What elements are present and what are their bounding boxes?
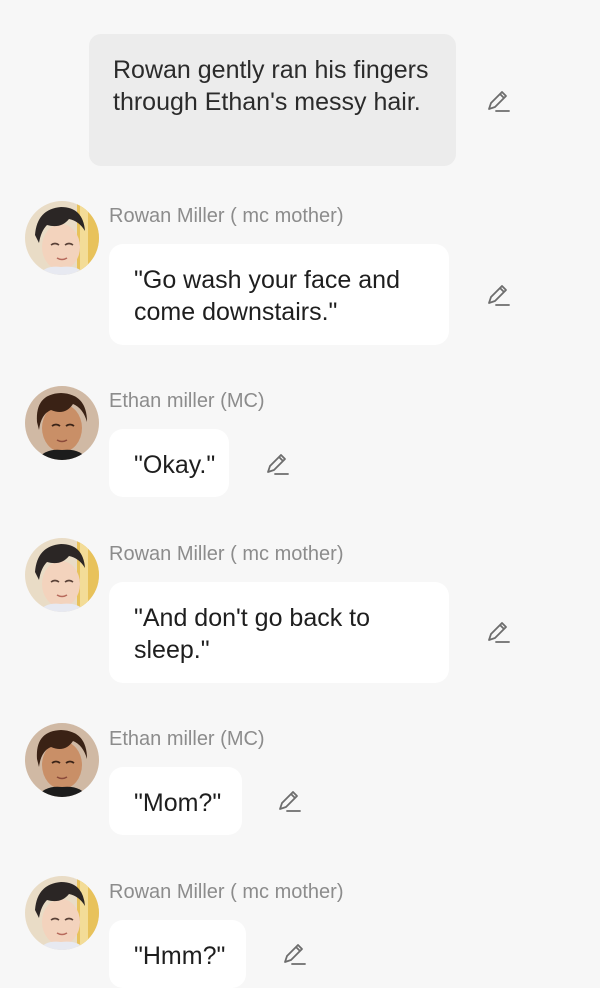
sender-name: Rowan Miller ( mc mother) [109,881,344,903]
message-text: "And don't go back to sleep." [134,604,371,664]
narration-text: Rowan gently ran his fingers through Eth… [113,56,429,116]
pencil-edit-icon[interactable] [264,451,290,477]
pencil-edit-icon[interactable] [281,941,307,967]
message-bubble: "Go wash your face and come downstairs." [109,244,449,345]
sender-name: Rowan Miller ( mc mother) [109,205,344,227]
message-text: "Hmm?" [134,942,226,970]
rowan-avatar[interactable] [25,201,99,275]
sender-name: Rowan Miller ( mc mother) [109,543,344,565]
chat-container: Rowan gently ran his fingers through Eth… [0,0,600,988]
pencil-edit-icon[interactable] [485,619,511,645]
narration-bubble: Rowan gently ran his fingers through Eth… [89,34,456,166]
rowan-avatar[interactable] [25,876,99,950]
pencil-edit-icon[interactable] [276,788,302,814]
message-text: "Go wash your face and come downstairs." [134,266,400,326]
message-bubble: "Mom?" [109,767,242,835]
sender-name: Ethan miller (MC) [109,390,265,412]
pencil-edit-icon[interactable] [485,282,511,308]
pencil-edit-icon[interactable] [485,88,511,114]
message-bubble: "And don't go back to sleep." [109,582,449,683]
message-text: "Okay." [134,451,216,479]
message-bubble: "Okay." [109,429,229,497]
message-bubble: "Hmm?" [109,920,246,988]
message-text: "Mom?" [134,789,222,817]
sender-name: Ethan miller (MC) [109,728,265,750]
ethan-avatar[interactable] [25,386,99,460]
ethan-avatar[interactable] [25,723,99,797]
rowan-avatar[interactable] [25,538,99,612]
